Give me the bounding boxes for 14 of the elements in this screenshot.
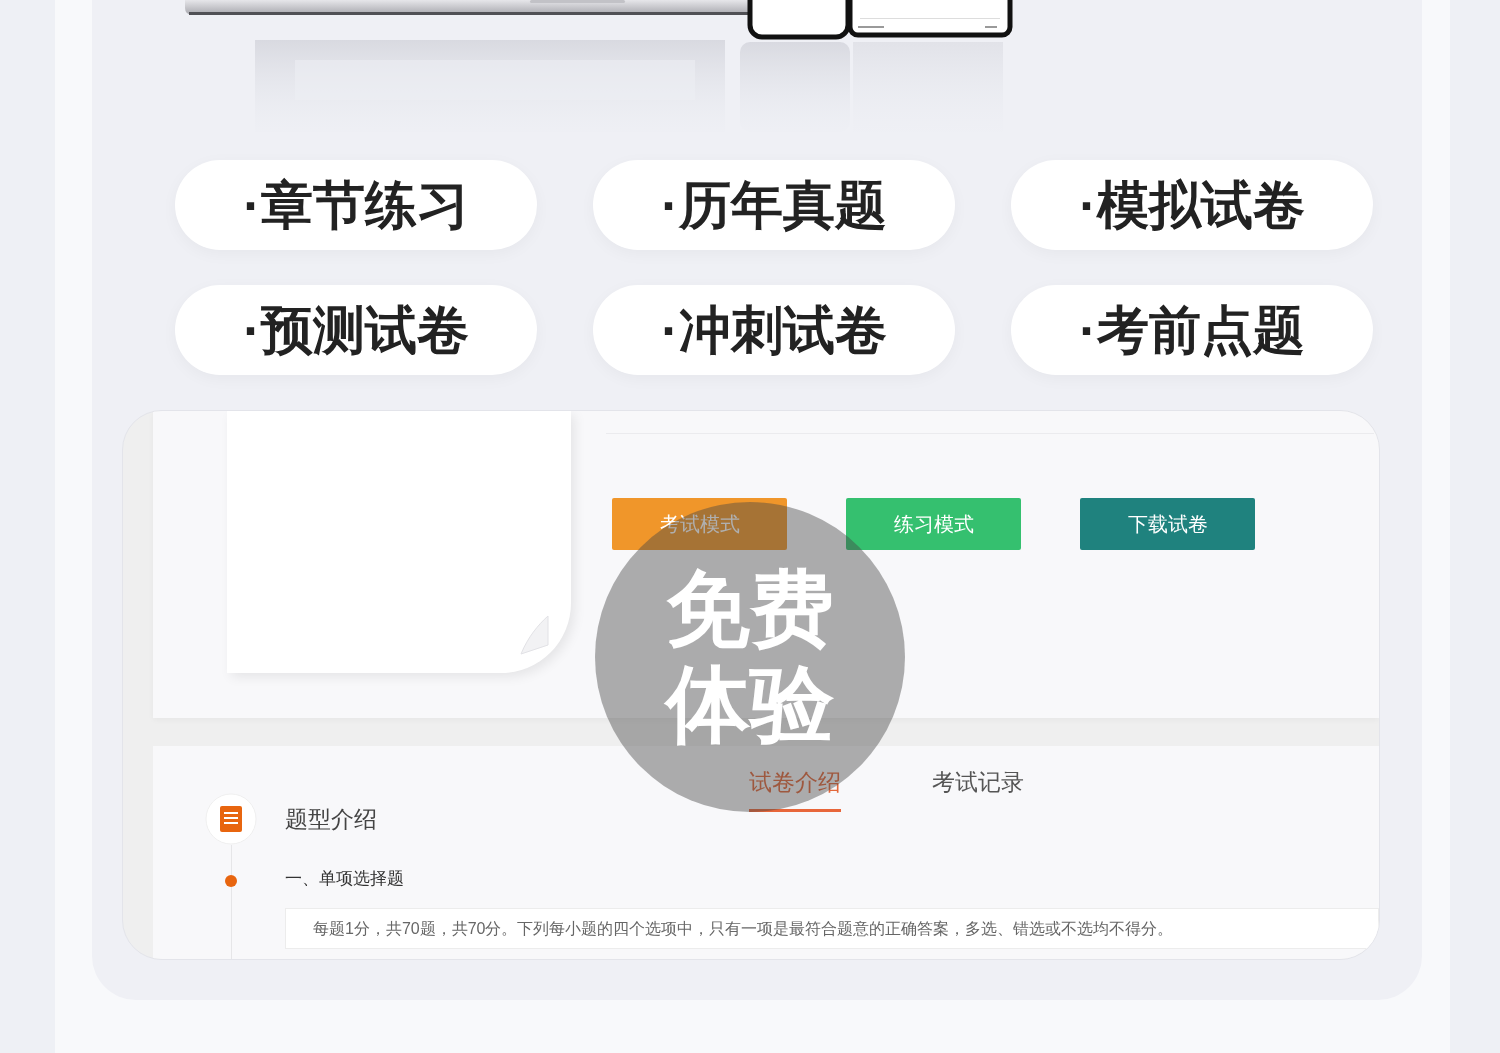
question-type-title: 一、单项选择题 [285, 868, 405, 890]
tab[interactable]: 考试记录 [932, 769, 1024, 812]
tab[interactable]: 试卷介绍 [749, 769, 841, 812]
feature-tag: ·历年真题 [593, 160, 955, 250]
page-curl-icon [519, 615, 549, 655]
feature-tag: ·预测试卷 [175, 285, 537, 375]
mode-button[interactable]: 下载试卷 [1080, 498, 1255, 550]
mode-button[interactable]: 练习模式 [846, 498, 1021, 550]
question-type-description: 每题1分，共70题，共70分。下列每小题的四个选项中，只有一项是最符合题意的正确答案，多选、错选或不选均不得分。 [285, 908, 1379, 949]
section-heading: 题型介绍 [285, 804, 378, 834]
feature-tag: ·章节练习 [175, 160, 537, 250]
feature-tag: ·冲刺试卷 [593, 285, 955, 375]
feature-tag: ·模拟试卷 [1011, 160, 1373, 250]
feature-tag: ·考前点题 [1011, 285, 1373, 375]
